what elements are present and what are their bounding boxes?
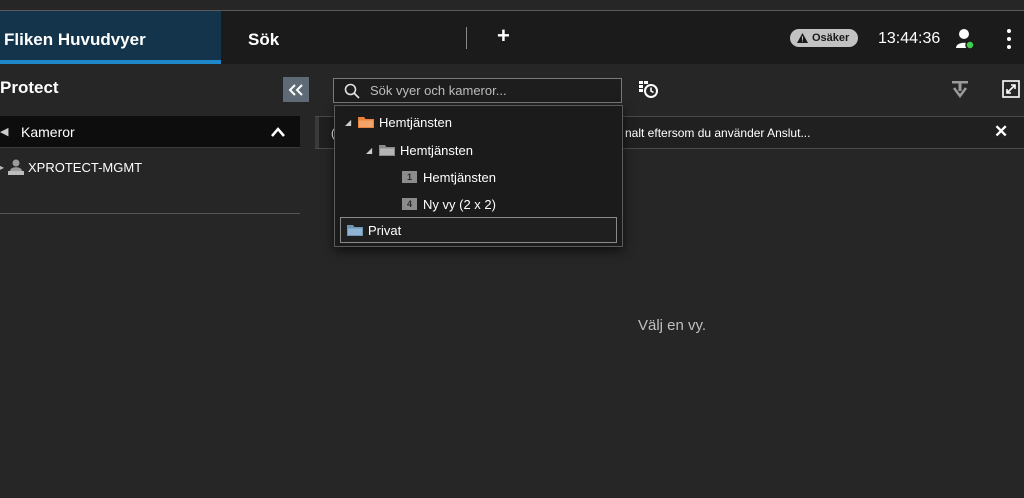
folder-orange-icon (358, 117, 374, 128)
cameras-section-header[interactable]: ◀ Kameror (0, 116, 300, 148)
close-icon[interactable]: ✕ (994, 122, 1008, 142)
tab-separator (466, 27, 467, 49)
tab-main-views-label: Fliken Huvudvyer (4, 30, 146, 49)
expand-arrow-icon[interactable]: ◢ (345, 118, 357, 127)
sidebar-divider (0, 213, 300, 214)
user-status-icon[interactable] (955, 28, 975, 50)
double-chevron-left-icon (288, 83, 303, 96)
dropdown-item-private[interactable]: Privat (340, 217, 617, 243)
view-layout-icon: 1 (402, 171, 417, 183)
search-icon (344, 83, 360, 99)
view-layout-icon: 4 (402, 198, 417, 210)
tab-search[interactable]: Sök (248, 30, 279, 50)
views-dropdown: ◢ Hemtjänsten ◢ Hemtjänsten 1 Hemtjänste… (334, 105, 623, 247)
tree-item-server[interactable]: ▸ XPROTECT-MGMT (0, 158, 142, 176)
search-box[interactable] (333, 78, 622, 103)
dropdown-item-label: Hemtjänsten (400, 142, 473, 158)
chevron-up-icon[interactable] (270, 125, 286, 139)
dropdown-item-view[interactable]: 1 Hemtjänsten (402, 166, 496, 188)
top-bar: Fliken Huvudvyer Sök + Osäker 13:44:36 (0, 10, 1024, 64)
tab-main-views[interactable]: Fliken Huvudvyer (0, 11, 221, 64)
dropdown-item-view[interactable]: 4 Ny vy (2 x 2) (402, 193, 496, 215)
warning-icon (797, 33, 808, 43)
timer-views-icon[interactable] (638, 79, 658, 99)
empty-view-message: Välj en vy. (638, 317, 707, 334)
collapse-sidebar-button[interactable] (283, 77, 309, 102)
dropdown-item-group[interactable]: ◢ Hemtjänsten (345, 111, 452, 133)
cameras-section-label: Kameror (21, 124, 75, 140)
notification-text: nalt eftersom du använder Anslut... (625, 126, 811, 140)
add-tab-button[interactable]: + (497, 23, 510, 49)
dropdown-item-label: Hemtjänsten (423, 169, 496, 185)
server-icon (8, 159, 25, 175)
expand-arrow-icon[interactable]: ◢ (366, 146, 378, 155)
dropdown-item-group[interactable]: ◢ Hemtjänsten (366, 139, 473, 161)
folder-grey-icon (379, 145, 395, 156)
server-label: XPROTECT-MGMT (28, 159, 143, 175)
more-options-icon[interactable] (999, 27, 1019, 51)
search-input[interactable] (370, 81, 615, 100)
dropdown-item-label: Hemtjänsten (379, 114, 452, 130)
dropdown-item-label: Privat (368, 222, 402, 238)
dropdown-item-label: Ny vy (2 x 2) (423, 196, 496, 212)
pin-icon[interactable]: ◀ (0, 125, 8, 138)
expand-arrow-icon[interactable]: ▸ (0, 163, 4, 172)
active-tab-indicator (0, 60, 221, 64)
notification-edge (315, 117, 319, 148)
pin-down-icon[interactable] (950, 79, 970, 99)
insecure-badge-label: Osäker (812, 32, 850, 44)
insecure-badge[interactable]: Osäker (790, 29, 859, 47)
folder-blue-icon (347, 225, 363, 236)
window-top-strip (0, 0, 1024, 10)
fullscreen-icon[interactable] (1001, 79, 1021, 99)
clock: 13:44:36 (878, 30, 941, 47)
sidebar-title: Protect (0, 78, 59, 97)
